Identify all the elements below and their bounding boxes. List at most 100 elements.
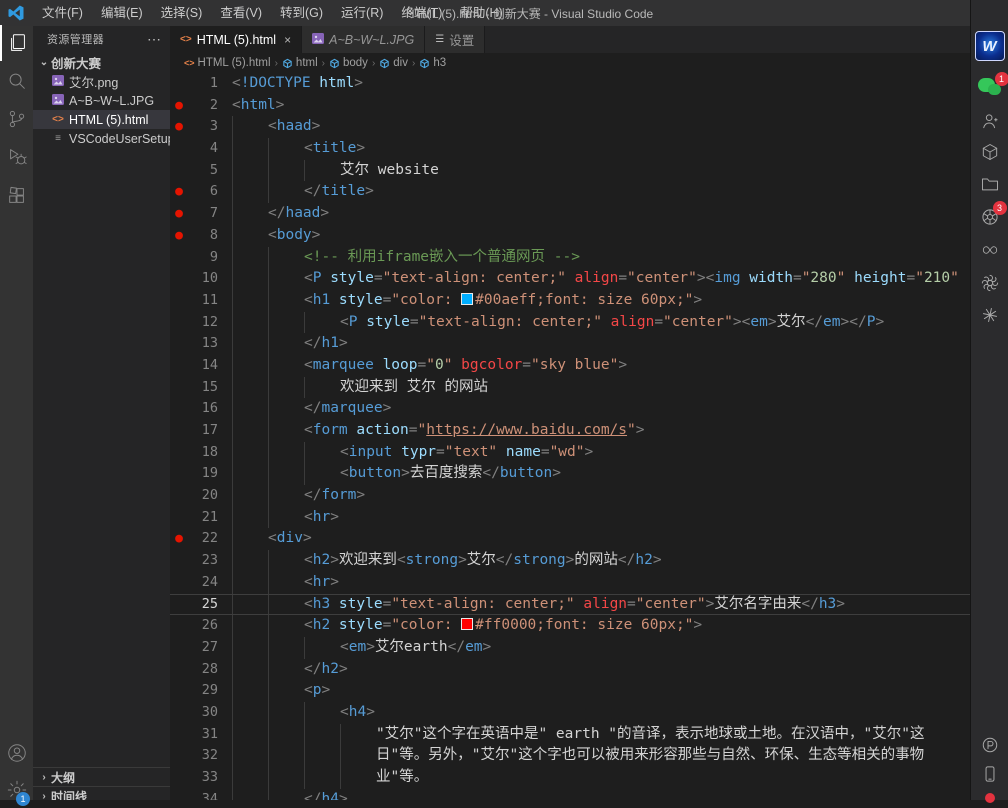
line-number: 6 [188, 181, 218, 203]
breadcrumb-separator: › [372, 58, 375, 69]
source-control-icon [6, 108, 28, 130]
breakpoint-icon[interactable]: ● [170, 181, 188, 203]
breadcrumb-item-3[interactable]: div [379, 57, 408, 69]
breakpoint-icon[interactable]: ● [170, 225, 188, 247]
indent-guide [268, 420, 304, 442]
code-line-12[interactable]: 12<P style="text-align: center;" align="… [170, 312, 970, 334]
code-line-19[interactable]: 19<button>去百度搜索</button> [170, 463, 970, 485]
code-line-6[interactable]: ●6</title> [170, 181, 970, 203]
indent-guide [268, 637, 304, 659]
code-line-4[interactable]: 4<title> [170, 138, 970, 160]
wechat-icon[interactable]: 1 [978, 78, 1002, 98]
code-line-8[interactable]: ●8<body> [170, 225, 970, 247]
code-line-23[interactable]: 23<h2>欢迎来到<strong>艾尔</strong>的网站</h2> [170, 550, 970, 572]
menu-item-1[interactable]: 编辑(E) [92, 0, 152, 26]
code-line-15[interactable]: 15欢迎来到 艾尔 的网站 [170, 377, 970, 399]
code-line-24[interactable]: 24<hr> [170, 572, 970, 594]
search-icon[interactable] [0, 63, 33, 99]
code-line-26[interactable]: 26<h2 style="color: #ff0000;font: size 6… [170, 615, 970, 637]
sidebar-file-1[interactable]: A~B~W~L.JPG [33, 91, 170, 110]
menu-item-3[interactable]: 查看(V) [211, 0, 271, 26]
infinity-icon[interactable] [979, 240, 1001, 260]
breadcrumb-item-0[interactable]: <>HTML (5).html [184, 57, 271, 69]
flower-gear-icon[interactable] [980, 273, 1000, 293]
image-file-icon [312, 33, 324, 47]
code-line-14[interactable]: 14<marquee loop="0" bgcolor="sky blue"> [170, 355, 970, 377]
sidebar-section-0[interactable]: ›大纲 [33, 768, 170, 787]
gutter [170, 333, 188, 355]
phone-icon[interactable] [980, 765, 999, 784]
code-line-5[interactable]: 5艾尔 website [170, 160, 970, 182]
code-line-11[interactable]: 11<h1 style="color: #00aeff;font: size 6… [170, 290, 970, 312]
code-line-16[interactable]: 16</marquee> [170, 398, 970, 420]
menu-item-5[interactable]: 运行(R) [332, 0, 392, 26]
code-line-9[interactable]: 9<!-- 利用iframe嵌入一个普通网页 --> [170, 247, 970, 269]
source-control-icon[interactable] [0, 101, 33, 137]
code-line-2[interactable]: ●2<html> [170, 95, 970, 117]
person-icon[interactable] [980, 111, 1000, 131]
run-debug-icon[interactable] [0, 139, 33, 175]
code-line-27[interactable]: 27<em>艾尔earth</em> [170, 637, 970, 659]
menu-item-0[interactable]: 文件(F) [33, 0, 92, 26]
code-line-1[interactable]: 1<!DOCTYPE html> [170, 73, 970, 95]
p-circle-icon[interactable] [980, 736, 999, 755]
code-line-31[interactable]: 31"艾尔"这个字在英语中是" earth "的音译，表示地球或土地。在汉语中，… [170, 724, 970, 746]
sidebar-file-0[interactable]: 艾尔.png [33, 72, 170, 91]
tab-2[interactable]: ☰设置 [425, 26, 485, 53]
code-line-18[interactable]: 18<input typr="text" name="wd"> [170, 442, 970, 464]
sidebar-section-1[interactable]: ›时间线 [33, 787, 170, 800]
breakpoint-icon[interactable]: ● [170, 95, 188, 117]
code-line-30[interactable]: 30<h4> [170, 702, 970, 724]
code-line-13[interactable]: 13</h1> [170, 333, 970, 355]
notification-badge: 1 [995, 72, 1008, 86]
sidebar-folder-root[interactable]: ⌄ 创新大赛 [33, 52, 170, 72]
explorer-actions-button[interactable]: ⋯ [147, 31, 162, 48]
color-swatch-icon[interactable] [461, 618, 473, 630]
avatar-tile[interactable]: W [975, 31, 1005, 61]
close-icon[interactable]: × [284, 33, 291, 47]
extensions-icon[interactable] [0, 178, 33, 214]
sidebar-file-2[interactable]: <>HTML (5).html [33, 110, 170, 129]
code-line-25[interactable]: 25<h3 style="text-align: center;" align=… [170, 594, 970, 616]
tab-0[interactable]: <>HTML (5).html× [170, 26, 302, 53]
line-number: 17 [188, 420, 218, 442]
line-number: 15 [188, 377, 218, 399]
folder-icon[interactable] [980, 174, 1000, 194]
cube-icon[interactable] [980, 142, 1000, 162]
code-line-17[interactable]: 17<form action="https://www.baidu.com/s"… [170, 420, 970, 442]
code-line-10[interactable]: 10<P style="text-align: center;" align="… [170, 268, 970, 290]
person-icon [980, 111, 1000, 131]
menu-item-4[interactable]: 转到(G) [271, 0, 332, 26]
menu-item-2[interactable]: 选择(S) [152, 0, 212, 26]
red-dot[interactable] [985, 793, 995, 803]
code-line-32[interactable]: 32日"等。另外，"艾尔"这个字也可以被用来形容那些与自然、环保、生态等相关的事… [170, 745, 970, 767]
gutter [170, 485, 188, 507]
indent-guide [268, 595, 304, 615]
code-line-29[interactable]: 29<p> [170, 680, 970, 702]
tab-1[interactable]: A~B~W~L.JPG [302, 26, 425, 53]
code-line-33[interactable]: 33业"等。 [170, 767, 970, 789]
breadcrumb-item-4[interactable]: h3 [419, 57, 446, 69]
breakpoint-icon[interactable]: ● [170, 528, 188, 550]
breadcrumb-item-1[interactable]: html [282, 57, 318, 69]
breakpoint-icon[interactable]: ● [170, 203, 188, 225]
aperture-gear-icon[interactable]: 3 [980, 207, 1000, 227]
sidebar-file-3[interactable]: ≡VSCodeUserSetup-x6... [33, 129, 170, 148]
breadcrumb-item-2[interactable]: body [329, 57, 368, 69]
code-line-3[interactable]: ●3<haad> [170, 116, 970, 138]
breakpoint-icon[interactable]: ● [170, 116, 188, 138]
code-line-22[interactable]: ●22<div> [170, 528, 970, 550]
sparkle-icon[interactable] [980, 305, 1000, 325]
code-line-34[interactable]: 34</h4> [170, 789, 970, 800]
code-line-7[interactable]: ●7</haad> [170, 203, 970, 225]
code-line-20[interactable]: 20</form> [170, 485, 970, 507]
indent-guide [304, 724, 340, 746]
code-line-21[interactable]: 21<hr> [170, 507, 970, 529]
gutter [170, 702, 188, 724]
settings-gear-icon[interactable]: 1 [0, 772, 33, 808]
explorer-icon[interactable] [0, 25, 33, 61]
color-swatch-icon[interactable] [461, 293, 473, 305]
code-line-28[interactable]: 28</h2> [170, 659, 970, 681]
editor-group: <>HTML (5).html×A~B~W~L.JPG☰设置 <>HTML (5… [170, 26, 970, 800]
account-icon[interactable] [0, 735, 33, 771]
